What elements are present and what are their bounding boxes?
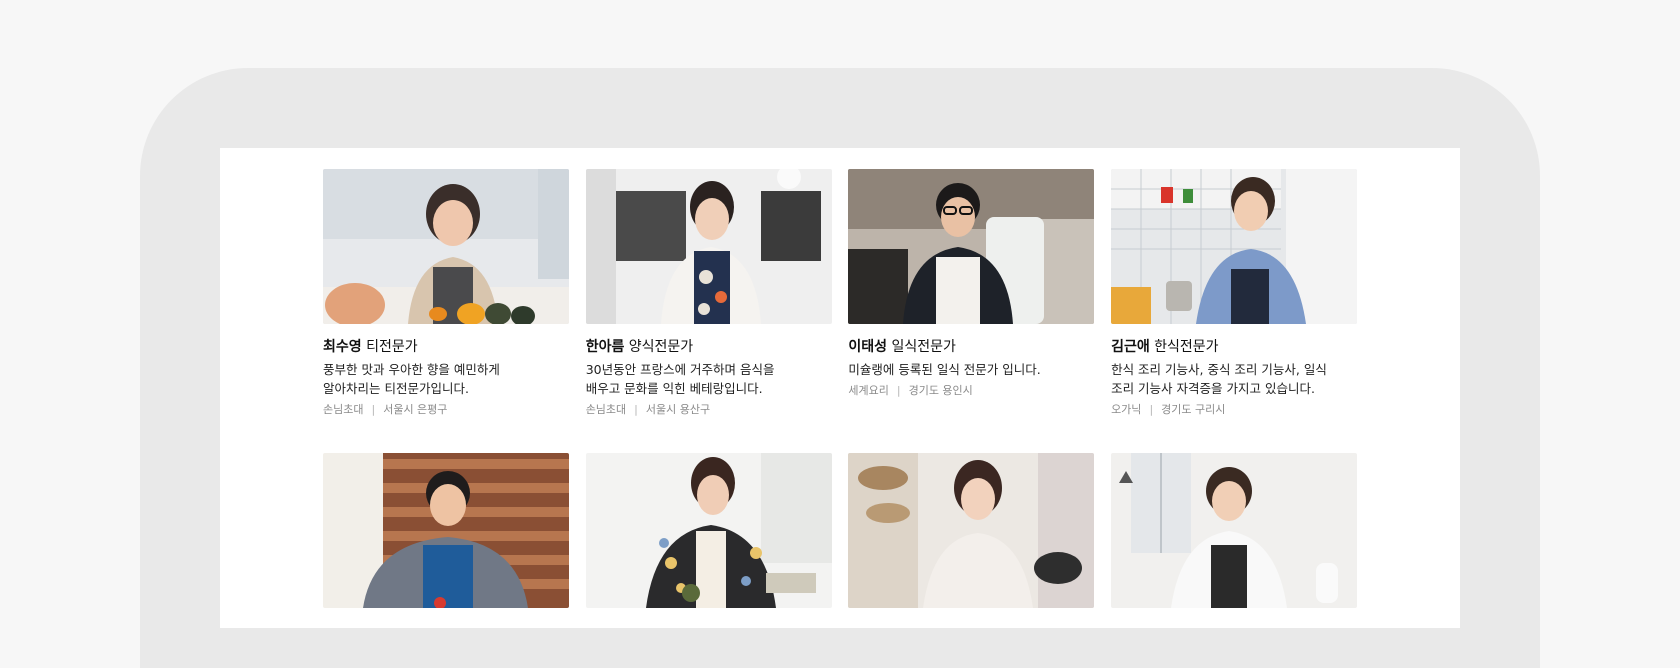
expert-name: 한아름 (585, 339, 625, 355)
expert-category: 손님초대 (585, 403, 627, 416)
description-line: 30년동안 프랑스에 거주하며 음식을 (585, 362, 775, 377)
description-line: 조리 기능사 자격증을 가지고 있습니다. (1111, 381, 1315, 396)
meta-separator: | (1149, 403, 1154, 416)
chef-photo-image (1111, 453, 1358, 608)
expert-location: 서울시 은평구 (383, 403, 448, 416)
expert-category: 오가닉 (1111, 403, 1142, 416)
expert-description: 30년동안 프랑스에 거주하며 음식을 배우고 문화를 익힌 베테랑입니다. (586, 360, 832, 398)
expert-photo[interactable] (585, 453, 832, 608)
expert-title: 티전문가 (366, 339, 418, 355)
expert-card[interactable]: 김근애 한식전문가 한식 조리 기능사, 중식 조리 기능사, 일식 조리 기능… (1111, 169, 1358, 453)
expert-photo[interactable] (1111, 169, 1358, 324)
description-line: 풍부한 맛과 우아한 향을 예민하게 (323, 362, 500, 377)
expert-card[interactable]: 최수영 티전문가 풍부한 맛과 우아한 향을 예민하게 알아차리는 티전문가입니… (323, 169, 569, 453)
expert-name: 이태성 (848, 339, 888, 355)
expert-meta: 손님초대 | 서울시 용산구 (586, 402, 832, 418)
chef-photo-image (1111, 169, 1358, 324)
description-line: 한식 조리 기능사, 중식 조리 기능사, 일식 (1111, 362, 1327, 377)
expert-name: 김근애 (1111, 339, 1150, 355)
expert-category: 손님초대 (323, 403, 364, 416)
expert-name: 최수영 (323, 339, 362, 355)
expert-photo[interactable] (585, 169, 832, 324)
expert-grid: 최수영 티전문가 풍부한 맛과 우아한 향을 예민하게 알아차리는 티전문가입니… (323, 169, 1358, 608)
expert-card[interactable] (585, 453, 832, 608)
expert-name-line[interactable]: 이태성 일식전문가 (848, 337, 1094, 357)
expert-card[interactable] (323, 453, 569, 608)
description-line: 배우고 문화를 익힌 베테랑입니다. (585, 381, 763, 396)
expert-name-line[interactable]: 김근애 한식전문가 (1111, 337, 1357, 357)
description-line: 미슐랭에 등록된 일식 전문가 입니다. (848, 362, 1041, 377)
description-line: 알아차리는 티전문가입니다. (323, 381, 469, 396)
expert-description: 풍부한 맛과 우아한 향을 예민하게 알아차리는 티전문가입니다. (323, 360, 569, 398)
expert-card[interactable] (848, 453, 1095, 608)
expert-photo[interactable] (848, 169, 1095, 324)
meta-separator: | (371, 403, 376, 416)
expert-card[interactable]: 한아름 양식전문가 30년동안 프랑스에 거주하며 음식을 배우고 문화를 익힌… (585, 169, 832, 453)
expert-location: 서울시 용산구 (645, 403, 711, 416)
expert-description: 한식 조리 기능사, 중식 조리 기능사, 일식 조리 기능사 자격증을 가지고… (1111, 360, 1357, 398)
meta-separator: | (896, 384, 901, 397)
chef-photo-image (323, 169, 569, 324)
expert-title: 양식전문가 (628, 339, 694, 355)
chef-photo-image (323, 453, 569, 608)
expert-title: 한식전문가 (1154, 339, 1219, 355)
expert-photo[interactable] (323, 169, 569, 324)
expert-card[interactable]: 이태성 일식전문가 미슐랭에 등록된 일식 전문가 입니다. 세계요리 | 경기도 … (848, 169, 1095, 453)
expert-category: 세계요리 (848, 384, 889, 397)
expert-meta: 세계요리 | 경기도 용인시 (848, 383, 1094, 399)
expert-name-line[interactable]: 최수영 티전문가 (323, 337, 569, 357)
expert-meta: 오가닉 | 경기도 구리시 (1111, 402, 1357, 418)
expert-card[interactable] (1111, 453, 1358, 608)
chef-photo-image (848, 453, 1095, 608)
expert-name-line[interactable]: 한아름 양식전문가 (586, 337, 832, 357)
chef-photo-image (585, 169, 832, 324)
expert-location: 경기도 용인시 (908, 384, 973, 397)
expert-meta: 손님초대 | 서울시 은평구 (323, 402, 569, 418)
chef-photo-image (585, 453, 832, 608)
chef-photo-image (848, 169, 1095, 324)
expert-title: 일식전문가 (891, 339, 956, 355)
expert-photo[interactable] (1111, 453, 1358, 608)
expert-photo[interactable] (323, 453, 569, 608)
meta-separator: | (634, 403, 638, 416)
screen: 최수영 티전문가 풍부한 맛과 우아한 향을 예민하게 알아차리는 티전문가입니… (220, 148, 1460, 628)
expert-description: 미슐랭에 등록된 일식 전문가 입니다. (848, 360, 1094, 379)
expert-photo[interactable] (848, 453, 1095, 608)
expert-location: 경기도 구리시 (1161, 403, 1226, 416)
